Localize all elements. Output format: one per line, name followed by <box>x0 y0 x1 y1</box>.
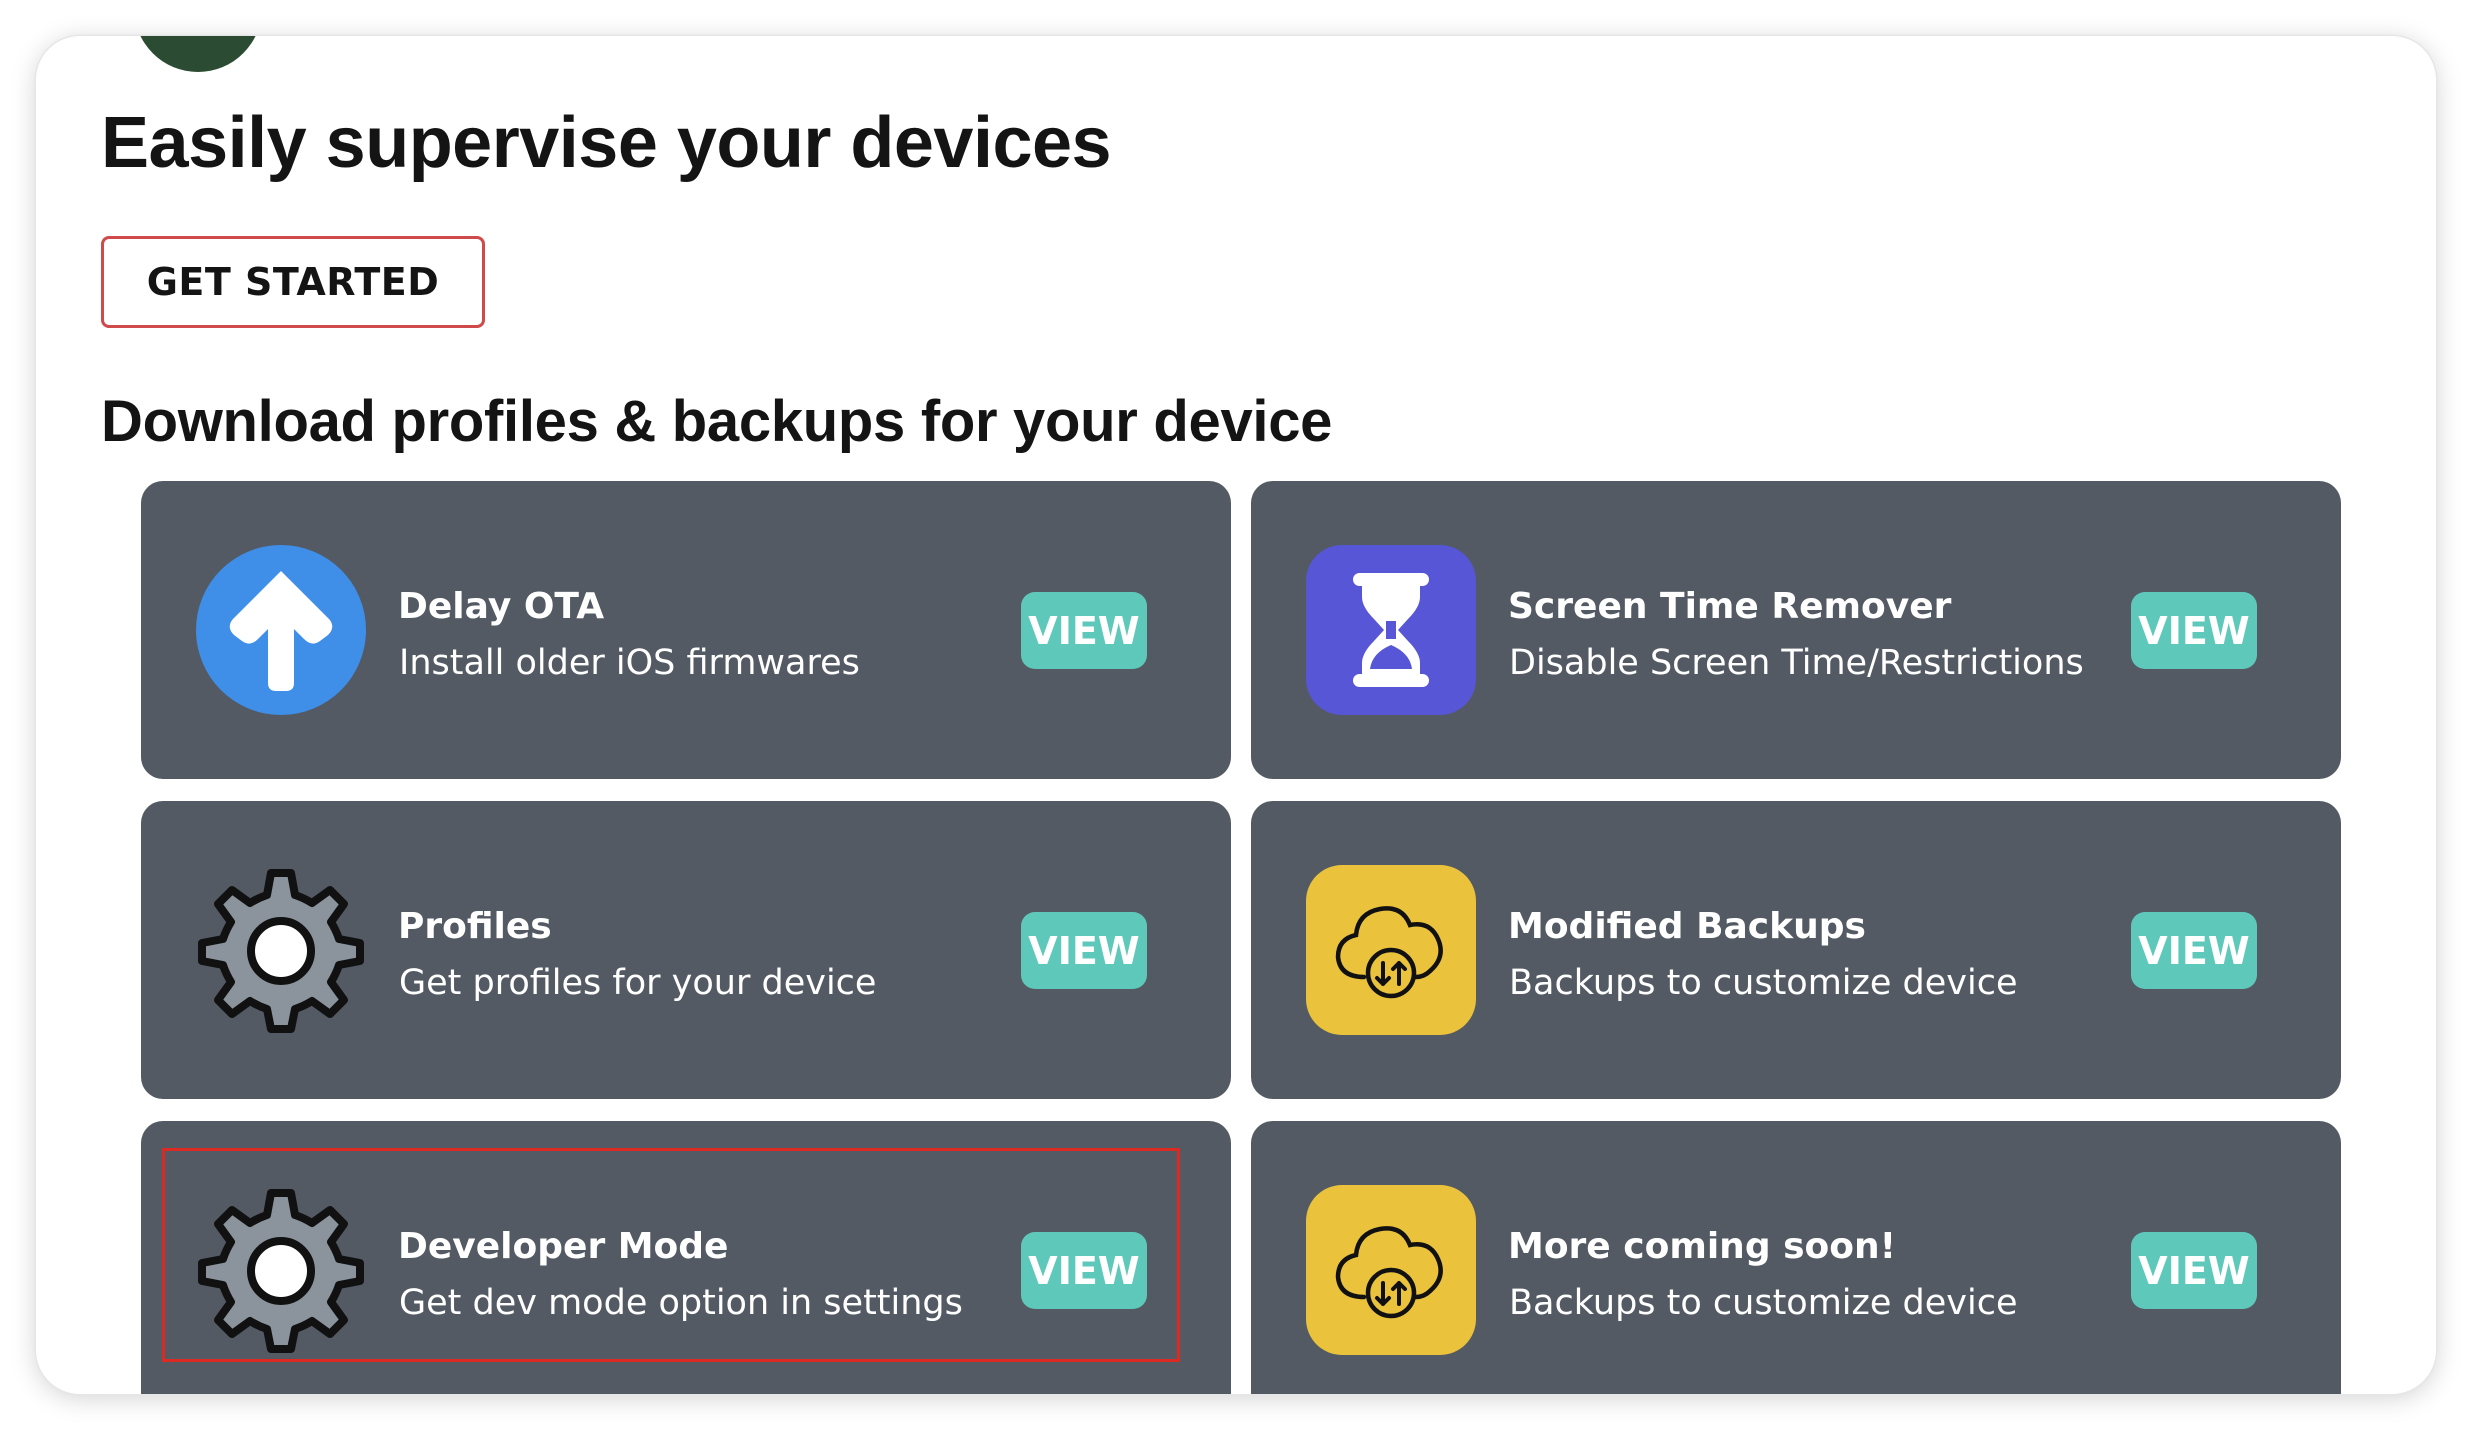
view-button[interactable]: VIEW <box>2131 1232 2257 1309</box>
arrow-up-icon <box>196 545 366 715</box>
card-more-coming-soon[interactable]: More coming soon! Backups to customize d… <box>1251 1121 2341 1394</box>
avatar <box>134 36 262 72</box>
card-title: Screen Time Remover <box>1508 586 1952 627</box>
page-title: Easily supervise your devices <box>101 103 1112 183</box>
card-title: Developer Mode <box>398 1226 729 1267</box>
view-button[interactable]: VIEW <box>2131 592 2257 669</box>
card-title: Modified Backups <box>1508 906 1866 947</box>
card-subtitle: Backups to customize device <box>1509 963 2018 1003</box>
card-subtitle: Disable Screen Time/Restrictions <box>1509 643 2084 683</box>
card-developer-mode[interactable]: Developer Mode Get dev mode option in se… <box>141 1121 1231 1394</box>
main-panel: Easily supervise your devices GET STARTE… <box>36 36 2436 1394</box>
card-modified-backups[interactable]: Modified Backups Backups to customize de… <box>1251 801 2341 1099</box>
card-delay-ota[interactable]: Delay OTA Install older iOS firmwares VI… <box>141 481 1231 779</box>
hourglass-icon <box>1306 545 1476 715</box>
card-subtitle: Backups to customize device <box>1509 1283 2018 1323</box>
section-title: Download profiles & backups for your dev… <box>101 389 1333 454</box>
card-title: More coming soon! <box>1508 1226 1897 1267</box>
card-subtitle: Get profiles for your device <box>399 963 877 1003</box>
card-title: Delay OTA <box>398 586 605 627</box>
get-started-button[interactable]: GET STARTED <box>101 236 485 328</box>
gear-icon <box>196 865 366 1035</box>
gear-icon <box>196 1185 366 1355</box>
view-button[interactable]: VIEW <box>1021 592 1147 669</box>
card-grid: Delay OTA Install older iOS firmwares VI… <box>141 481 2341 1394</box>
view-button[interactable]: VIEW <box>2131 912 2257 989</box>
view-button[interactable]: VIEW <box>1021 912 1147 989</box>
view-button[interactable]: VIEW <box>1021 1232 1147 1309</box>
cloud-sync-icon <box>1306 865 1476 1035</box>
card-subtitle: Install older iOS firmwares <box>399 643 860 683</box>
card-screen-time-remover[interactable]: Screen Time Remover Disable Screen Time/… <box>1251 481 2341 779</box>
card-title: Profiles <box>398 906 552 947</box>
card-profiles[interactable]: Profiles Get profiles for your device VI… <box>141 801 1231 1099</box>
card-subtitle: Get dev mode option in settings <box>399 1283 963 1323</box>
cloud-sync-icon <box>1306 1185 1476 1355</box>
